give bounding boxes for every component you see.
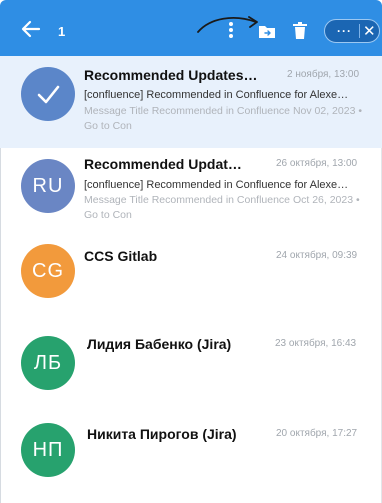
message-date: 20 октября, 17:27 <box>276 428 358 439</box>
message-date: 2 ноября, 13:00 <box>287 69 360 80</box>
avatar: CG <box>21 244 75 298</box>
move-to-folder-icon[interactable] <box>258 24 276 39</box>
message-date: 26 октября, 13:00 <box>276 158 358 169</box>
message-item[interactable]: RU Recommended Updat… 26 октября, 13:00 … <box>0 148 382 230</box>
action-toolbar: 1 ··· ✕ <box>0 0 382 56</box>
more-icon[interactable]: ··· <box>337 24 352 38</box>
message-sender: Recommended Updat… <box>84 156 242 172</box>
pill-divider <box>359 24 360 38</box>
message-item[interactable]: НП Никита Пирогов (Jira) 20 октября, 17:… <box>0 406 382 503</box>
message-sender: CCS Gitlab <box>84 248 158 264</box>
message-sender: Никита Пирогов (Jira) <box>87 426 237 442</box>
kebab-menu-icon[interactable] <box>226 22 236 40</box>
avatar: ЛБ <box>21 336 75 390</box>
selected-count: 1 <box>58 24 66 39</box>
message-sender: Recommended Updates… <box>84 67 258 83</box>
message-item[interactable]: ЛБ Лидия Бабенко (Jira) 23 октября, 16:4… <box>0 312 382 406</box>
message-subject: [confluence] Recommended in Confluence f… <box>84 179 349 191</box>
message-item[interactable]: Recommended Updates… 2 ноября, 13:00 [co… <box>0 56 382 148</box>
message-sender: Лидия Бабенко (Jira) <box>87 336 232 352</box>
message-subject: [confluence] Recommended in Confluence f… <box>84 89 349 101</box>
avatar <box>21 67 75 121</box>
message-date: 23 октября, 16:43 <box>275 338 357 349</box>
more-actions-pill: ··· ✕ <box>324 19 380 43</box>
avatar: НП <box>21 423 75 477</box>
back-arrow-icon[interactable] <box>20 18 42 40</box>
checkmark-icon <box>37 85 60 104</box>
message-preview: Message Title Recommended in Confluence … <box>84 105 362 132</box>
avatar: RU <box>21 159 75 213</box>
message-item[interactable]: CG CCS Gitlab 24 октября, 09:39 <box>0 230 382 312</box>
trash-icon[interactable] <box>293 22 307 39</box>
message-preview: Message Title Recommended in Confluence … <box>84 194 360 221</box>
close-icon[interactable]: ✕ <box>363 22 376 40</box>
message-date: 24 октября, 09:39 <box>276 250 358 261</box>
